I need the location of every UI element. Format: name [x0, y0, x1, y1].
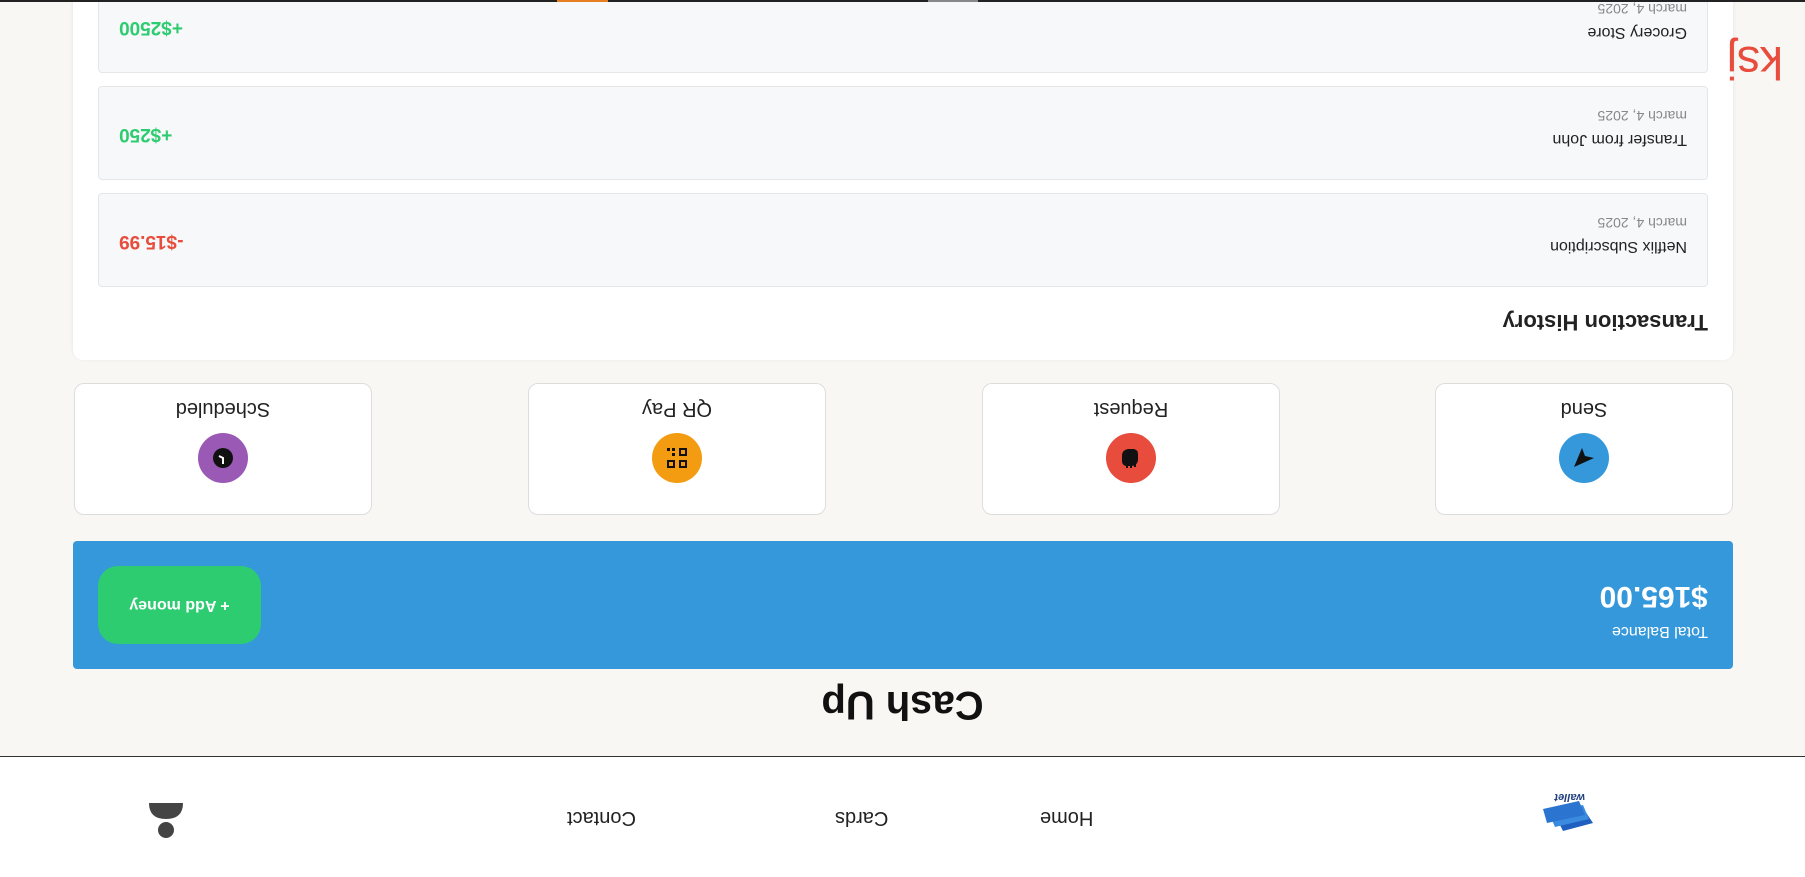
action-label-request: Request	[1093, 398, 1169, 420]
add-money-button[interactable]: + Add money	[98, 566, 261, 644]
transaction-item[interactable]: Transfer from John march 4, 2025 +$250	[98, 86, 1708, 180]
action-send[interactable]: Send	[1435, 383, 1733, 515]
navbar: wallet Home Cards Contact	[0, 756, 1805, 877]
transaction-history: Transaction History Netflix Subscription…	[73, 0, 1733, 360]
corner-mark: ksj	[1726, 37, 1783, 89]
transaction-date: march 4, 2025	[1597, 1, 1688, 17]
transaction-date: march 4, 2025	[1597, 108, 1688, 124]
transaction-history-title: Transaction History	[1502, 310, 1708, 335]
action-label-qr-pay: QR Pay	[641, 398, 713, 420]
action-scheduled[interactable]: Scheduled	[74, 383, 372, 515]
transaction-item[interactable]: Netflix Subscription march 4, 2025 -$15.…	[98, 193, 1708, 287]
nav-link-home[interactable]: Home	[1040, 806, 1093, 829]
hand-icon	[1106, 433, 1156, 483]
balance-card: Total Balance $165.00 + Add money	[73, 541, 1733, 669]
transaction-name: Transfer from John	[1552, 131, 1687, 148]
bottom-strip	[0, 0, 1805, 2]
transaction-item[interactable]: Grocery Store march 4, 2025 +$2500	[98, 0, 1708, 73]
transaction-name: Netflix Subscription	[1550, 238, 1687, 255]
avatar-head	[158, 822, 174, 838]
avatar-body	[149, 803, 183, 819]
qr-code-icon	[652, 433, 702, 483]
action-label-send: Send	[1560, 398, 1608, 420]
logo-text: wallet	[1553, 793, 1585, 803]
nav-link-contact[interactable]: Contact	[567, 806, 636, 829]
balance-label: Total Balance	[1611, 623, 1708, 640]
action-qr-pay[interactable]: QR Pay	[528, 383, 826, 515]
transaction-date: march 4, 2025	[1597, 215, 1688, 231]
transaction-amount: +$250	[119, 124, 173, 145]
transaction-amount: +$2500	[119, 17, 183, 38]
balance-amount: $165.00	[1599, 580, 1708, 613]
transaction-name: Grocery Store	[1587, 24, 1687, 41]
app-root: wallet Home Cards Contact Cash Up Total …	[0, 0, 1805, 877]
wallet-logo[interactable]: wallet	[1537, 791, 1597, 837]
strip-accent	[557, 0, 608, 2]
send-icon	[1559, 433, 1609, 483]
action-label-scheduled: Scheduled	[175, 398, 271, 420]
page-title: Cash Up	[821, 683, 984, 727]
strip-segment	[928, 0, 978, 2]
clock-icon	[198, 433, 248, 483]
avatar[interactable]	[149, 803, 183, 839]
action-request[interactable]: Request	[982, 383, 1280, 515]
nav-link-cards[interactable]: Cards	[835, 806, 888, 829]
transaction-amount: -$15.99	[119, 231, 184, 252]
